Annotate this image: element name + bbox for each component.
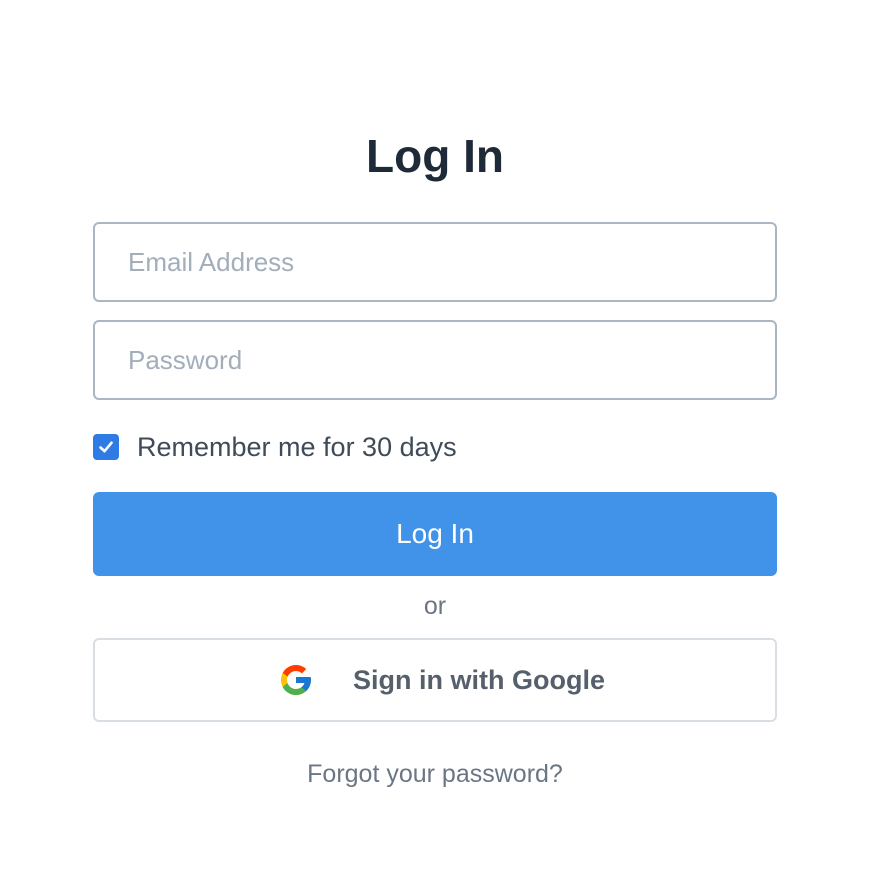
page-title: Log In xyxy=(366,130,504,182)
remember-me-row[interactable]: Remember me for 30 days xyxy=(93,430,457,464)
remember-me-checkbox[interactable] xyxy=(93,434,119,460)
forgot-password-link[interactable]: Forgot your password? xyxy=(0,760,870,789)
google-sign-in-label: Sign in with Google xyxy=(353,665,605,695)
google-logo-icon xyxy=(281,665,311,695)
or-divider: or xyxy=(423,592,447,620)
password-field[interactable] xyxy=(93,320,777,400)
login-button[interactable]: Log In xyxy=(93,492,777,576)
remember-me-label: Remember me for 30 days xyxy=(137,431,457,462)
google-sign-in-button[interactable]: Sign in with Google xyxy=(93,638,777,722)
email-field[interactable] xyxy=(93,222,777,302)
email-input[interactable] xyxy=(95,224,775,300)
login-page: Log In Remember me for 30 days Log In or… xyxy=(0,0,883,876)
password-input[interactable] xyxy=(95,322,775,398)
checkmark-icon xyxy=(99,441,113,453)
